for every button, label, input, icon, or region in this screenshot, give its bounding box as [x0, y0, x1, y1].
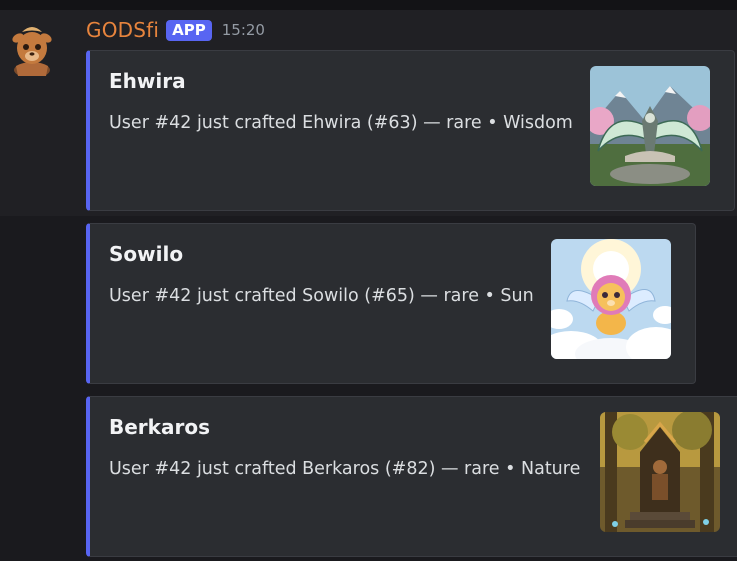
- username[interactable]: GODSfi: [86, 18, 159, 42]
- embed-title: Berkaros: [109, 415, 210, 439]
- embed-card: Berkaros User #42 just crafted Berkaros …: [86, 396, 737, 557]
- embed-description: User #42 just crafted Berkaros (#82) — r…: [109, 459, 581, 479]
- app-badge: APP: [166, 19, 212, 41]
- message-header: GODSfi APP 15:20: [86, 16, 265, 44]
- deer-avatar-icon[interactable]: [6, 20, 58, 78]
- top-band: [0, 0, 737, 10]
- winged-lion-cub-image[interactable]: [551, 239, 671, 359]
- embed-card: Sowilo User #42 just crafted Sowilo (#65…: [86, 223, 696, 384]
- timestamp[interactable]: 15:20: [222, 21, 265, 39]
- forest-throne-image[interactable]: [600, 412, 720, 532]
- embed-title: Sowilo: [109, 242, 184, 266]
- winged-crest-shrine-image[interactable]: [590, 66, 710, 186]
- embed-card: Ehwira User #42 just crafted Ehwira (#63…: [86, 50, 735, 211]
- embed-description: User #42 just crafted Sowilo (#65) — rar…: [109, 286, 534, 306]
- embed-description: User #42 just crafted Ehwira (#63) — rar…: [109, 113, 573, 133]
- embed-title: Ehwira: [109, 69, 186, 93]
